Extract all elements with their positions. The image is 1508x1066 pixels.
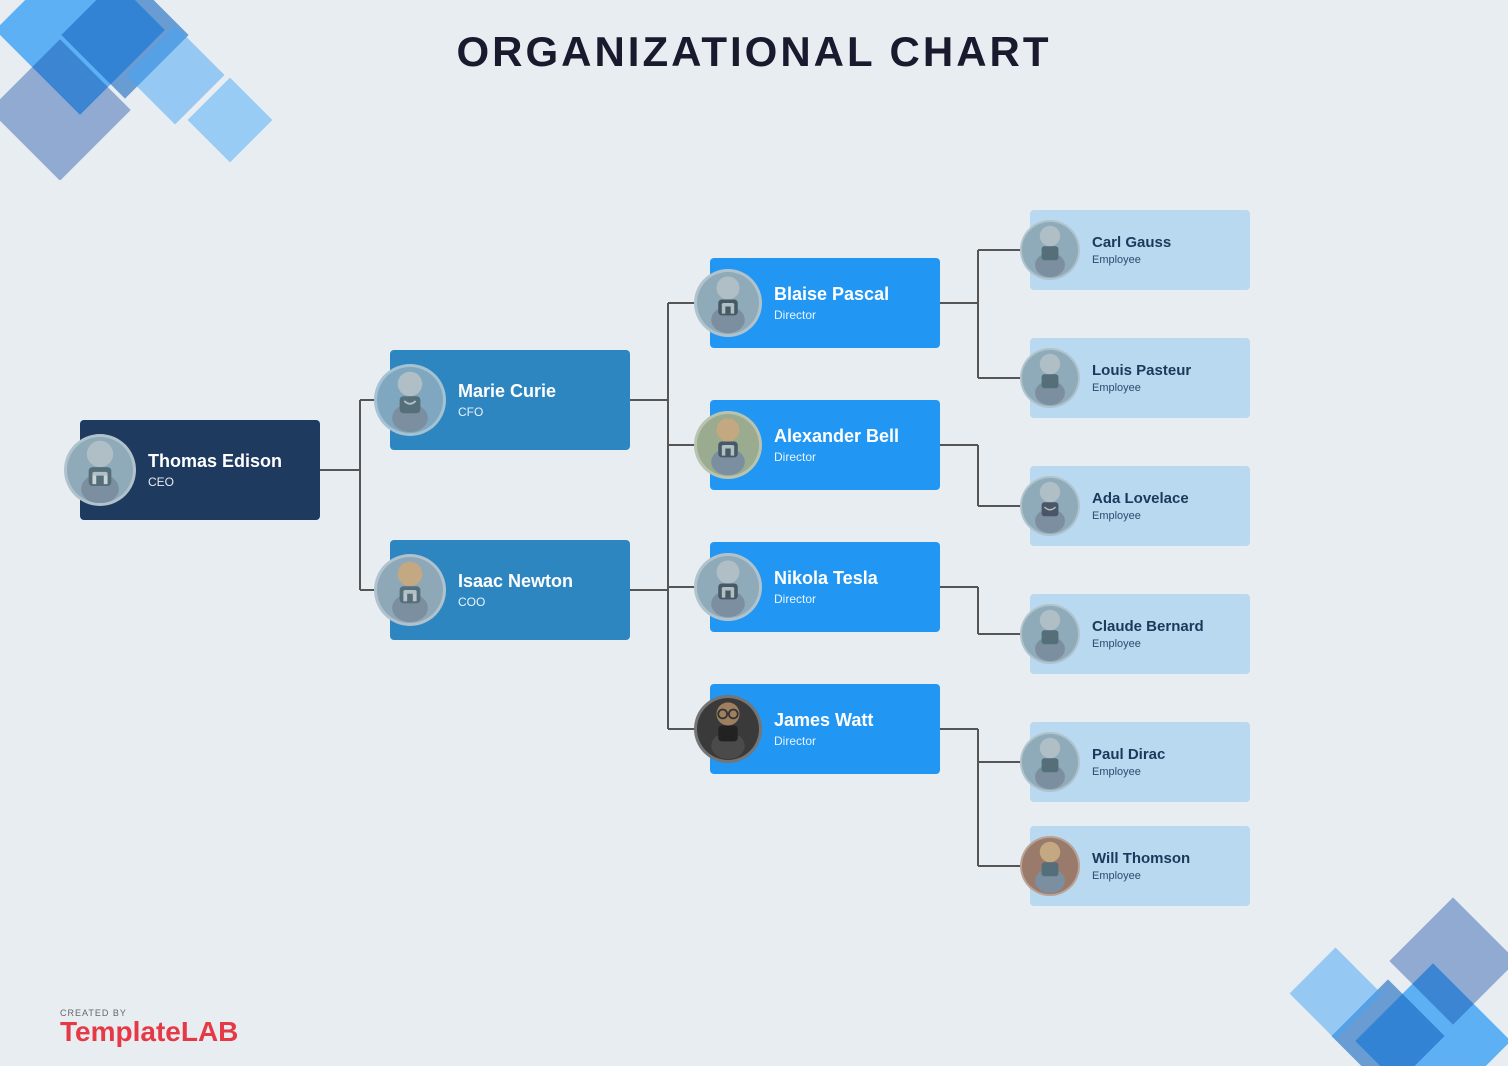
bell-role: Director (774, 450, 928, 464)
gauss-name: Carl Gauss (1092, 234, 1238, 252)
avatar-marie (374, 364, 446, 436)
thomson-text: Will Thomson Employee (1080, 842, 1250, 890)
tesla-text: Nikola Tesla Director (762, 560, 940, 614)
lovelace-name: Ada Lovelace (1092, 490, 1238, 508)
marie-text: Marie Curie CFO (446, 373, 630, 427)
pascal-name: Blaise Pascal (774, 284, 928, 306)
lovelace-role: Employee (1092, 510, 1238, 522)
node-tesla: Nikola Tesla Director (710, 542, 940, 632)
avatar-isaac (374, 554, 446, 626)
isaac-role: COO (458, 595, 618, 609)
gauss-role: Employee (1092, 254, 1238, 266)
tesla-role: Director (774, 592, 928, 606)
dirac-text: Paul Dirac Employee (1080, 738, 1250, 786)
thomson-name: Will Thomson (1092, 850, 1238, 868)
node-bell: Alexander Bell Director (710, 400, 940, 490)
avatar-pascal (694, 269, 762, 337)
pascal-role: Director (774, 308, 928, 322)
pasteur-name: Louis Pasteur (1092, 362, 1238, 380)
dirac-role: Employee (1092, 766, 1238, 778)
node-dirac: Paul Dirac Employee (1030, 722, 1250, 802)
node-gauss: Carl Gauss Employee (1030, 210, 1250, 290)
node-pascal: Blaise Pascal Director (710, 258, 940, 348)
node-ceo: Thomas Edison CEO (80, 420, 320, 520)
tesla-name: Nikola Tesla (774, 568, 928, 590)
node-thomson: Will Thomson Employee (1030, 826, 1250, 906)
node-pasteur: Louis Pasteur Employee (1030, 338, 1250, 418)
node-lovelace: Ada Lovelace Employee (1030, 466, 1250, 546)
node-bernard: Claude Bernard Employee (1030, 594, 1250, 674)
node-watt: James Watt Director (710, 684, 940, 774)
lovelace-text: Ada Lovelace Employee (1080, 482, 1250, 530)
avatar-bernard (1020, 604, 1080, 664)
avatar-gauss (1020, 220, 1080, 280)
bell-text: Alexander Bell Director (762, 418, 940, 472)
node-marie: Marie Curie CFO (390, 350, 630, 450)
branding: CREATED BY TemplateLAB (60, 1008, 238, 1046)
marie-role: CFO (458, 405, 618, 419)
avatar-pasteur (1020, 348, 1080, 408)
chart-area: Thomas Edison CEO Marie Curie CFO (50, 110, 1458, 986)
isaac-text: Isaac Newton COO (446, 563, 630, 617)
pasteur-role: Employee (1092, 382, 1238, 394)
bernard-role: Employee (1092, 638, 1238, 650)
isaac-name: Isaac Newton (458, 571, 618, 593)
bell-name: Alexander Bell (774, 426, 928, 448)
avatar-bell (694, 411, 762, 479)
node-isaac: Isaac Newton COO (390, 540, 630, 640)
watt-text: James Watt Director (762, 702, 940, 756)
avatar-ceo (64, 434, 136, 506)
bernard-name: Claude Bernard (1092, 618, 1238, 636)
avatar-watt (694, 695, 762, 763)
pasteur-text: Louis Pasteur Employee (1080, 354, 1250, 402)
avatar-tesla (694, 553, 762, 621)
gauss-text: Carl Gauss Employee (1080, 226, 1250, 274)
avatar-lovelace (1020, 476, 1080, 536)
dirac-name: Paul Dirac (1092, 746, 1238, 764)
brand-logo: TemplateLAB (60, 1018, 238, 1046)
pascal-text: Blaise Pascal Director (762, 276, 940, 330)
avatar-dirac (1020, 732, 1080, 792)
thomson-role: Employee (1092, 870, 1238, 882)
brand-name: TemplateLAB (60, 1016, 238, 1047)
watt-role: Director (774, 734, 928, 748)
avatar-thomson (1020, 836, 1080, 896)
ceo-name: Thomas Edison (148, 451, 308, 473)
ceo-text: Thomas Edison CEO (136, 443, 320, 497)
page-title: ORGANIZATIONAL CHART (0, 28, 1508, 76)
ceo-role: CEO (148, 475, 308, 489)
watt-name: James Watt (774, 710, 928, 732)
bernard-text: Claude Bernard Employee (1080, 610, 1250, 658)
marie-name: Marie Curie (458, 381, 618, 403)
